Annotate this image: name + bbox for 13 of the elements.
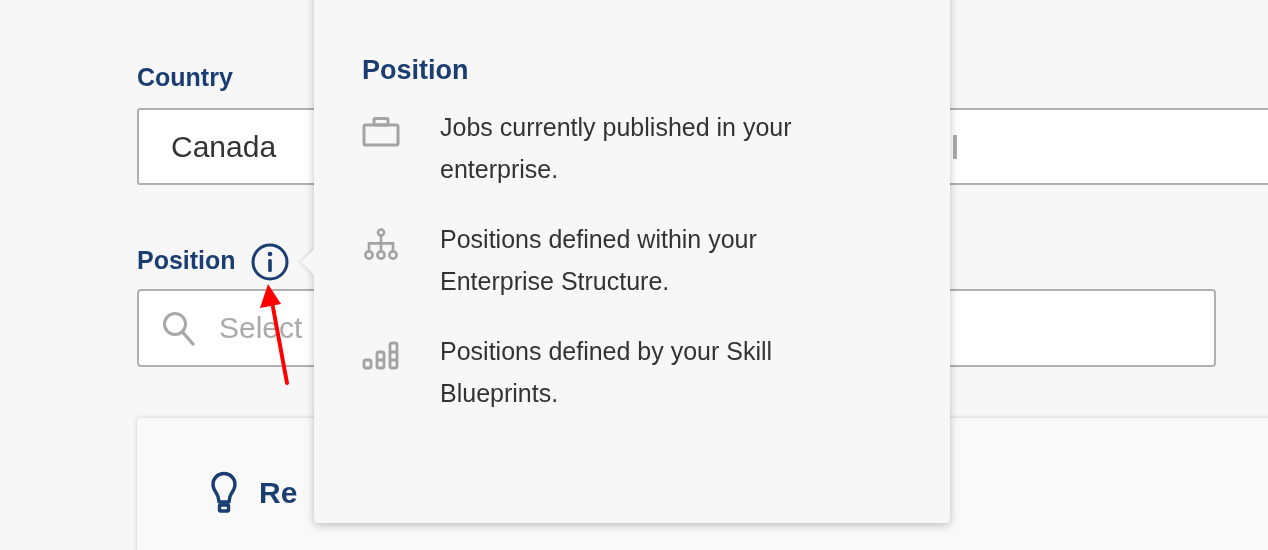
hierarchy-icon bbox=[362, 228, 400, 260]
field-label: Position bbox=[137, 245, 236, 275]
popover-item-text: Positions defined by your Skill Blueprints. bbox=[440, 336, 774, 409]
search-icon bbox=[162, 311, 196, 347]
popover-item-text: Positions defined within your Enterprise Structure. bbox=[440, 224, 758, 297]
info-icon[interactable] bbox=[249, 242, 290, 282]
briefcase-icon bbox=[362, 116, 400, 148]
card-title: Re bbox=[259, 476, 298, 510]
field-label: Country bbox=[137, 62, 233, 92]
lightbulb-icon bbox=[211, 471, 237, 515]
popover-title: Position bbox=[362, 54, 470, 86]
bar-chart-icon bbox=[362, 340, 400, 372]
popover-item-text: Jobs currently published in your enterprise. bbox=[440, 112, 793, 185]
